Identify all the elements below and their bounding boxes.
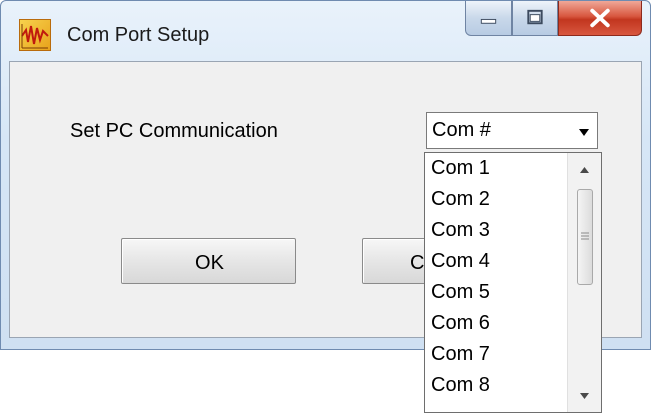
scrollbar-thumb[interactable] [577,189,593,285]
dropdown-item-com-7[interactable]: Com 7 [425,339,565,370]
title-bar[interactable]: Com Port Setup [1,1,652,61]
scroll-down-arrow-icon[interactable] [568,382,601,412]
com-port-dropdown-list[interactable]: Com 1 Com 2 Com 3 Com 4 Com 5 Com 6 Com … [424,152,602,413]
dropdown-items: Com 1 Com 2 Com 3 Com 4 Com 5 Com 6 Com … [425,153,565,412]
ok-button-label: OK [195,252,224,274]
minimize-icon [480,18,497,24]
cancel-button-label: C [410,252,425,274]
maximize-icon [527,9,543,25]
close-button[interactable] [558,1,642,36]
seismograph-app-icon [19,19,51,51]
scroll-up-arrow-icon[interactable] [568,153,601,183]
dropdown-item-com-4[interactable]: Com 4 [425,246,565,277]
minimize-button[interactable] [465,1,512,36]
chevron-down-icon[interactable] [577,125,591,139]
maximize-button[interactable] [512,1,558,36]
dropdown-item-com-2[interactable]: Com 2 [425,184,565,215]
scrollbar-grip-icon [581,232,589,240]
window-title: Com Port Setup [67,24,210,46]
ok-button[interactable]: OK [121,238,296,284]
close-icon [590,8,610,28]
com-port-selected-value: Com # [432,119,491,141]
dropdown-item-com-3[interactable]: Com 3 [425,215,565,246]
vertical-scrollbar[interactable] [567,153,601,412]
dropdown-item-com-8[interactable]: Com 8 [425,370,565,401]
dropdown-item-com-1[interactable]: Com 1 [425,153,565,184]
com-port-combobox[interactable]: Com # [426,112,598,149]
set-pc-communication-label: Set PC Communication [70,120,278,142]
dropdown-item-com-6[interactable]: Com 6 [425,308,565,339]
dropdown-item-com-5[interactable]: Com 5 [425,277,565,308]
